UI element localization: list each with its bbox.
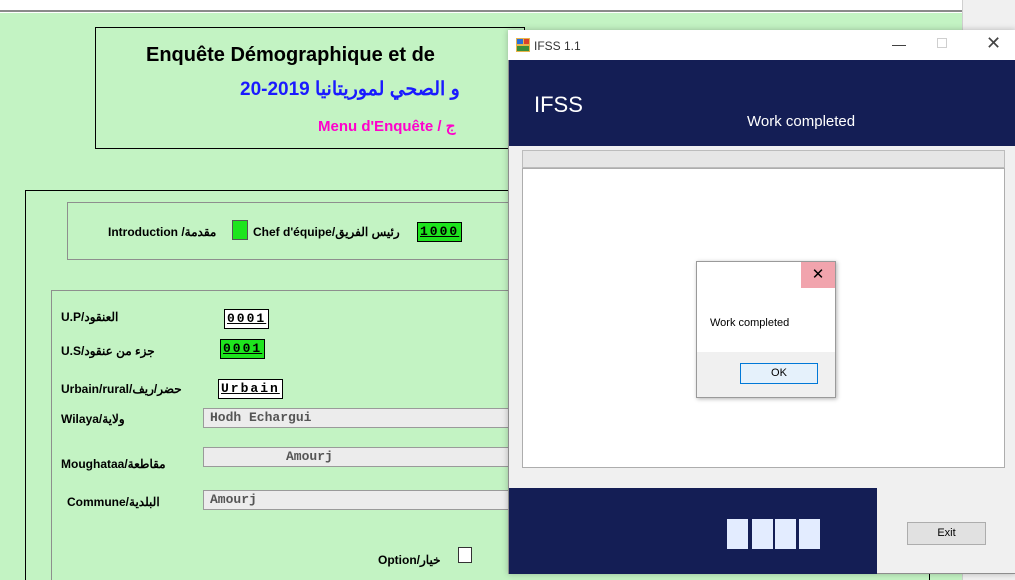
- wilaya-field[interactable]: Hodh Echargui: [203, 408, 513, 428]
- us-code-field[interactable]: 0001: [220, 339, 266, 359]
- maximize-icon[interactable]: [937, 38, 947, 48]
- progress-bar: [522, 150, 1005, 168]
- wilaya-label: Wilaya/ولاية: [61, 412, 125, 426]
- exit-button[interactable]: Exit: [907, 522, 986, 545]
- progress-square: [775, 519, 796, 549]
- intro-label: Introduction /مقدمة: [108, 225, 217, 239]
- ifss-footer: [509, 488, 877, 574]
- chef-equipe-label: Chef d'équipe/رئيس الفريق: [253, 225, 400, 239]
- progress-square: [799, 519, 820, 549]
- commune-field[interactable]: Amourj: [203, 490, 513, 510]
- ifss-window-title: IFSS 1.1: [534, 39, 581, 53]
- survey-menu-label: Menu d'Enquête / ج: [318, 118, 456, 135]
- moughataa-label: Moughataa/مقاطعة: [61, 457, 166, 471]
- ok-button[interactable]: OK: [740, 363, 818, 384]
- option-checkbox[interactable]: [458, 547, 472, 563]
- chef-equipe-code-field[interactable]: 1000: [417, 222, 463, 242]
- close-icon[interactable]: ✕: [986, 33, 1001, 54]
- us-label: U.S/جزء من عنقود: [61, 344, 155, 358]
- option-label: Option/خيار: [378, 553, 441, 567]
- urban-rural-field[interactable]: Urbain: [218, 379, 283, 399]
- urban-rural-label: Urbain/rural/حضر/ريف: [61, 382, 182, 396]
- dialog-close-icon[interactable]: ✕: [801, 262, 835, 288]
- progress-square: [752, 519, 773, 549]
- survey-title-french: Enquête Démographique et de: [146, 44, 435, 66]
- ifss-header: [509, 60, 1015, 146]
- moughataa-field[interactable]: Amourj: [203, 447, 513, 467]
- dialog-message: Work completed: [710, 317, 790, 329]
- background-window-top-strip: [0, 0, 962, 12]
- up-label: U.P/العنقود: [61, 310, 119, 324]
- progress-square: [727, 519, 748, 549]
- intro-checkbox[interactable]: [232, 220, 248, 240]
- ifss-brand: IFSS: [534, 92, 583, 117]
- survey-title-arabic: و الصحي لموريتانيا 2019-20: [240, 79, 460, 100]
- location-fields-section: [51, 290, 527, 580]
- minimize-icon[interactable]: —: [892, 36, 906, 52]
- app-icon: [516, 38, 530, 52]
- commune-label: Commune/البلدية: [67, 495, 160, 509]
- ifss-status-text: Work completed: [747, 113, 856, 130]
- up-code-field[interactable]: 0001: [224, 309, 270, 329]
